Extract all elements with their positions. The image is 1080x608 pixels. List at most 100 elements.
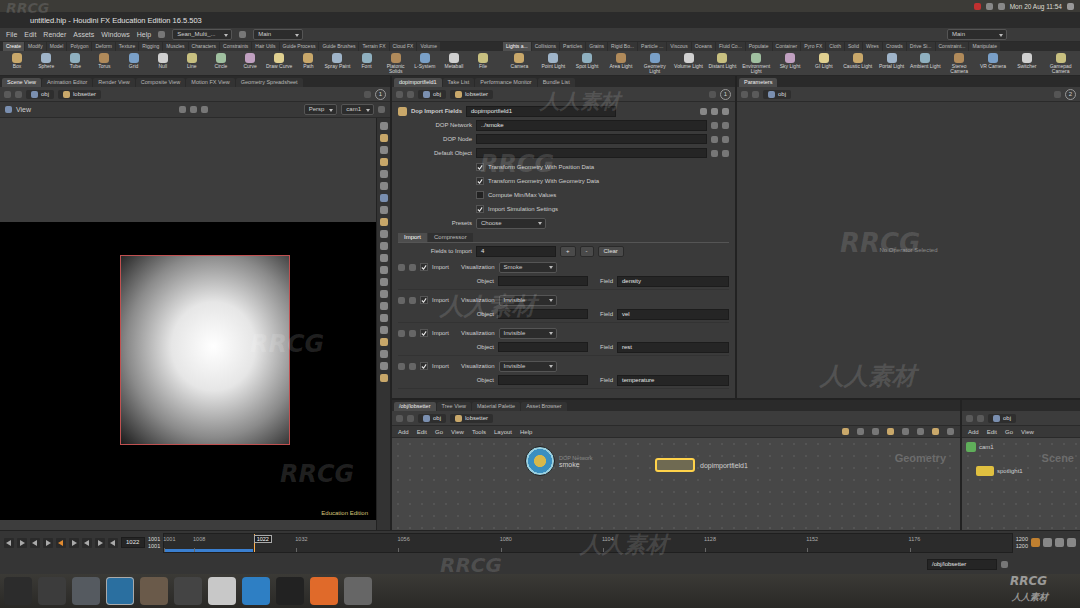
gear-icon[interactable] [700,108,707,115]
shelf-tool[interactable]: Distant Light [706,51,739,76]
pane-tab[interactable]: Geometry Spreadsheet [236,78,303,87]
shelf-tab[interactable]: Manipulate [969,42,999,51]
playback-0-icon[interactable] [4,538,14,548]
menu-item[interactable]: Layout [494,429,512,435]
playback-5-icon[interactable] [69,538,79,548]
shelf-tool[interactable]: Portal Light [875,51,908,76]
checkbox[interactable] [420,329,428,337]
shelf-tab[interactable]: Terrain FX [359,42,388,51]
folder-tab[interactable]: Import [398,233,427,242]
pane-tab[interactable]: Performance Monitor [475,78,536,87]
checkbox[interactable] [476,205,484,213]
clear-button[interactable]: Clear [598,246,624,257]
viewport-tool-icon[interactable] [380,182,388,190]
shelf-tool[interactable]: Ambient Light [909,51,942,76]
shelf-tab[interactable]: Polygon [67,42,91,51]
menu-item[interactable]: Edit [24,31,36,38]
shelf-tab[interactable]: Fluid Co... [716,42,745,51]
layout-dropdown[interactable]: Main [253,29,303,40]
back-arrow-icon[interactable] [966,415,973,422]
forward-arrow-icon[interactable] [752,91,759,98]
shelf-tab[interactable]: Guide Process [280,42,319,51]
pose-arrow-icon[interactable] [201,106,208,113]
viewport-tool-icon[interactable] [380,290,388,298]
pane-number[interactable]: 1 [720,89,731,100]
shelf-tab[interactable]: Particles [560,42,585,51]
parameter-field[interactable]: ../smoke [476,120,707,131]
viewport-tool-icon[interactable] [380,242,388,250]
dock-app-icon[interactable] [106,577,134,605]
shelf-tool[interactable]: GI Light [807,51,840,76]
checkbox[interactable] [420,362,428,370]
viewport-tool-icon[interactable] [380,362,388,370]
insert-entry-icon[interactable] [409,330,416,337]
viewport-tool-icon[interactable] [380,122,388,130]
viewport-tool-icon[interactable] [380,218,388,226]
viewport-tool-icon[interactable] [380,134,388,142]
pane-tab[interactable]: Motion FX View [186,78,234,87]
menu-item[interactable]: Tools [472,429,486,435]
info-icon[interactable] [722,108,729,115]
pane-tab[interactable]: /obj/lobsetter [394,402,436,411]
network-node[interactable]: DOP Networksmoke [525,446,593,476]
field-name-field[interactable]: density [617,276,729,287]
shelf-tool[interactable]: Area Light [604,51,637,76]
network-canvas[interactable]: GeometryDOP Networksmokedopimportfield1 [392,438,960,530]
shelf-tab[interactable]: Rigging [139,42,162,51]
viewport-tool-icon[interactable] [380,302,388,310]
insert-entry-icon[interactable] [409,297,416,304]
pane-tab[interactable]: Asset Browser [521,402,566,411]
dock-app-icon[interactable] [276,577,304,605]
checkbox[interactable] [420,296,428,304]
scene-canvas[interactable]: Scenecam1spotlight1 [962,438,1080,530]
operator-chooser-icon[interactable] [711,122,718,129]
back-arrow-icon[interactable] [741,91,748,98]
forward-arrow-icon[interactable] [977,415,984,422]
shelf-tool[interactable]: Geometry Light [638,51,671,76]
dock-app-icon[interactable] [242,577,270,605]
viewport-canvas[interactable]: Education Edition [0,118,376,530]
viewport-tool-icon[interactable] [380,350,388,358]
remove-entry-icon[interactable] [398,264,405,271]
shelf-tool[interactable]: Stereo Camera [943,51,976,76]
dock-app-icon[interactable] [174,577,202,605]
viewport-tool-icon[interactable] [380,278,388,286]
shelf-tool[interactable]: Switcher [1010,51,1043,76]
node-name-field[interactable]: dopimportfield1 [466,106,616,117]
dock-app-icon[interactable] [72,577,100,605]
back-arrow-icon[interactable] [396,415,403,422]
viewport-tool-icon[interactable] [380,254,388,262]
pane-number[interactable]: 2 [1065,89,1076,100]
scene-node[interactable]: cam1 [966,442,994,452]
shelf-tab[interactable]: Cloth [826,42,844,51]
network-node[interactable]: dopimportfield1 [655,458,748,472]
view-icon[interactable] [5,106,12,113]
shelf-tool[interactable]: Platonic Solids [382,51,410,76]
pane-tab[interactable]: dopimportfield1 [394,78,442,87]
shelf-tool[interactable]: Metaball [440,51,468,76]
checkbox[interactable] [476,177,484,185]
shelf-tool[interactable]: Curve [236,51,264,76]
shelf-tab[interactable]: Lights a... [503,42,531,51]
network-tool-icon[interactable] [917,428,924,435]
remove-field-button[interactable]: - [580,246,594,257]
playback-3-icon[interactable] [43,538,53,548]
shelf-tool[interactable]: Circle [207,51,235,76]
menu-item[interactable]: Assets [73,31,94,38]
insert-entry-icon[interactable] [409,264,416,271]
playback-1-icon[interactable] [17,538,27,548]
back-arrow-icon[interactable] [396,91,403,98]
shelf-tool[interactable]: Grid [120,51,148,76]
shelf-tool[interactable]: Sky Light [774,51,807,76]
shelf-tool[interactable]: Camera [503,51,536,76]
pane-tab[interactable]: Take List [443,78,475,87]
playback-6-icon[interactable] [82,538,92,548]
shelf-tool[interactable]: Environment Light [740,51,773,76]
shelf-tab[interactable]: Container [773,42,801,51]
path-crumb[interactable]: lobsetter [450,414,493,423]
viewport-tool-icon[interactable] [380,314,388,322]
back-arrow-icon[interactable] [4,91,11,98]
shelf-tab[interactable]: Crowds [883,42,906,51]
shelf-tab[interactable]: Constraint... [936,42,969,51]
timeline-track[interactable]: 1001100810321056108011041128115211761022 [163,533,1013,553]
